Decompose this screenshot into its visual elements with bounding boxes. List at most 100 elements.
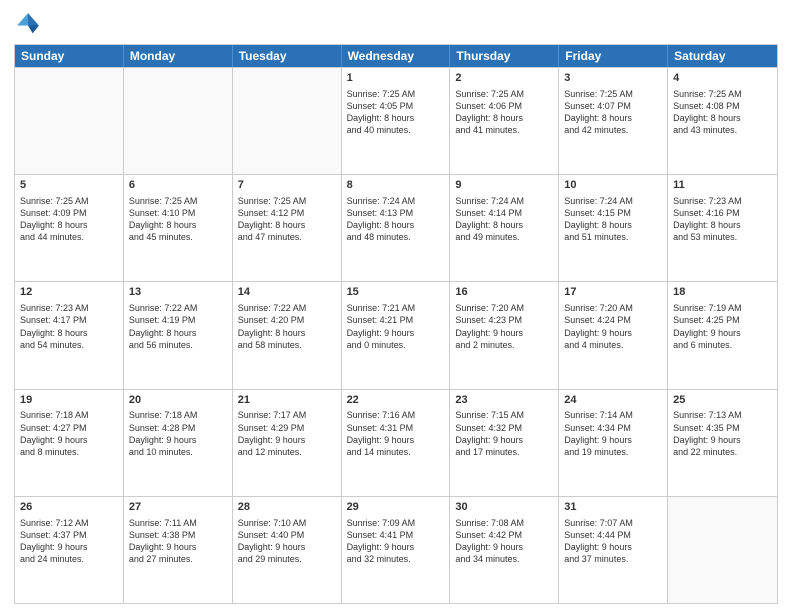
cell-info-text: Sunrise: 7:25 AM Sunset: 4:07 PM Dayligh… bbox=[564, 88, 662, 137]
weekday-header-monday: Monday bbox=[124, 45, 233, 67]
cell-info-text: Sunrise: 7:19 AM Sunset: 4:25 PM Dayligh… bbox=[673, 302, 772, 351]
cell-date-number: 18 bbox=[673, 285, 772, 300]
calendar-cell-28: 28 Sunrise: 7:10 AM Sunset: 4:40 PM Dayli… bbox=[233, 497, 342, 603]
cell-info-text: Sunrise: 7:25 AM Sunset: 4:05 PM Dayligh… bbox=[347, 88, 445, 137]
weekday-header-thursday: Thursday bbox=[450, 45, 559, 67]
calendar-cell-23: 23Sunrise: 7:15 AM Sunset: 4:32 PM Dayli… bbox=[450, 390, 559, 496]
calendar-row-2: 12 Sunrise: 7:23 AM Sunset: 4:17 PM Dayli… bbox=[15, 281, 777, 388]
cell-date-number: 11 bbox=[673, 178, 772, 193]
cell-date-number: 6 bbox=[129, 178, 227, 193]
cell-date-number: 29 bbox=[347, 500, 445, 515]
cell-info-text: Sunrise: 7:13 AM Sunset: 4:35 PM Dayligh… bbox=[673, 409, 772, 458]
calendar-cell-9: 9 Sunrise: 7:24 AM Sunset: 4:14 PM Daylig… bbox=[450, 175, 559, 281]
cell-info-text: Sunrise: 7:22 AM Sunset: 4:20 PM Dayligh… bbox=[238, 302, 336, 351]
cell-info-text: Sunrise: 7:10 AM Sunset: 4:40 PM Dayligh… bbox=[238, 517, 336, 566]
cell-info-text: Sunrise: 7:15 AM Sunset: 4:32 PM Dayligh… bbox=[455, 409, 553, 458]
cell-info-text: Sunrise: 7:24 AM Sunset: 4:15 PM Dayligh… bbox=[564, 195, 662, 244]
page: SundayMondayTuesdayWednesdayThursdayFrid… bbox=[0, 0, 792, 612]
calendar-cell-11: 11 Sunrise: 7:23 AM Sunset: 4:16 PM Dayli… bbox=[668, 175, 777, 281]
cell-info-text: Sunrise: 7:18 AM Sunset: 4:28 PM Dayligh… bbox=[129, 409, 227, 458]
calendar-row-1: 5 Sunrise: 7:25 AM Sunset: 4:09 PM Daylig… bbox=[15, 174, 777, 281]
calendar-cell-empty-0-2 bbox=[233, 68, 342, 174]
calendar-cell-22: 22Sunrise: 7:16 AM Sunset: 4:31 PM Dayli… bbox=[342, 390, 451, 496]
calendar-cell-14: 14Sunrise: 7:22 AM Sunset: 4:20 PM Dayli… bbox=[233, 282, 342, 388]
calendar-cell-empty-4-6 bbox=[668, 497, 777, 603]
cell-date-number: 27 bbox=[129, 500, 227, 515]
logo bbox=[14, 10, 46, 38]
calendar-cell-7: 7Sunrise: 7:25 AM Sunset: 4:12 PM Daylig… bbox=[233, 175, 342, 281]
calendar-row-3: 19Sunrise: 7:18 AM Sunset: 4:27 PM Dayli… bbox=[15, 389, 777, 496]
cell-info-text: Sunrise: 7:20 AM Sunset: 4:23 PM Dayligh… bbox=[455, 302, 553, 351]
cell-info-text: Sunrise: 7:14 AM Sunset: 4:34 PM Dayligh… bbox=[564, 409, 662, 458]
calendar-row-0: 1Sunrise: 7:25 AM Sunset: 4:05 PM Daylig… bbox=[15, 67, 777, 174]
calendar-cell-empty-0-0 bbox=[15, 68, 124, 174]
cell-info-text: Sunrise: 7:25 AM Sunset: 4:08 PM Dayligh… bbox=[673, 88, 772, 137]
calendar-cell-4: 4 Sunrise: 7:25 AM Sunset: 4:08 PM Daylig… bbox=[668, 68, 777, 174]
cell-info-text: Sunrise: 7:23 AM Sunset: 4:17 PM Dayligh… bbox=[20, 302, 118, 351]
cell-date-number: 5 bbox=[20, 178, 118, 193]
cell-date-number: 13 bbox=[129, 285, 227, 300]
cell-date-number: 12 bbox=[20, 285, 118, 300]
cell-info-text: Sunrise: 7:24 AM Sunset: 4:14 PM Dayligh… bbox=[455, 195, 553, 244]
calendar-header: SundayMondayTuesdayWednesdayThursdayFrid… bbox=[15, 45, 777, 67]
cell-info-text: Sunrise: 7:09 AM Sunset: 4:41 PM Dayligh… bbox=[347, 517, 445, 566]
cell-date-number: 28 bbox=[238, 500, 336, 515]
calendar-cell-1: 1Sunrise: 7:25 AM Sunset: 4:05 PM Daylig… bbox=[342, 68, 451, 174]
cell-date-number: 26 bbox=[20, 500, 118, 515]
weekday-header-sunday: Sunday bbox=[15, 45, 124, 67]
cell-info-text: Sunrise: 7:16 AM Sunset: 4:31 PM Dayligh… bbox=[347, 409, 445, 458]
calendar-cell-10: 10 Sunrise: 7:24 AM Sunset: 4:15 PM Dayli… bbox=[559, 175, 668, 281]
calendar: SundayMondayTuesdayWednesdayThursdayFrid… bbox=[14, 44, 778, 604]
weekday-header-saturday: Saturday bbox=[668, 45, 777, 67]
cell-info-text: Sunrise: 7:08 AM Sunset: 4:42 PM Dayligh… bbox=[455, 517, 553, 566]
cell-info-text: Sunrise: 7:11 AM Sunset: 4:38 PM Dayligh… bbox=[129, 517, 227, 566]
calendar-cell-6: 6 Sunrise: 7:25 AM Sunset: 4:10 PM Daylig… bbox=[124, 175, 233, 281]
cell-date-number: 23 bbox=[455, 393, 553, 408]
cell-date-number: 24 bbox=[564, 393, 662, 408]
cell-date-number: 7 bbox=[238, 178, 336, 193]
cell-info-text: Sunrise: 7:12 AM Sunset: 4:37 PM Dayligh… bbox=[20, 517, 118, 566]
calendar-cell-31: 31 Sunrise: 7:07 AM Sunset: 4:44 PM Dayli… bbox=[559, 497, 668, 603]
calendar-cell-3: 3Sunrise: 7:25 AM Sunset: 4:07 PM Daylig… bbox=[559, 68, 668, 174]
cell-info-text: Sunrise: 7:18 AM Sunset: 4:27 PM Dayligh… bbox=[20, 409, 118, 458]
cell-info-text: Sunrise: 7:07 AM Sunset: 4:44 PM Dayligh… bbox=[564, 517, 662, 566]
cell-info-text: Sunrise: 7:25 AM Sunset: 4:10 PM Dayligh… bbox=[129, 195, 227, 244]
cell-info-text: Sunrise: 7:22 AM Sunset: 4:19 PM Dayligh… bbox=[129, 302, 227, 351]
weekday-header-wednesday: Wednesday bbox=[342, 45, 451, 67]
cell-info-text: Sunrise: 7:17 AM Sunset: 4:29 PM Dayligh… bbox=[238, 409, 336, 458]
calendar-cell-13: 13 Sunrise: 7:22 AM Sunset: 4:19 PM Dayli… bbox=[124, 282, 233, 388]
calendar-cell-24: 24Sunrise: 7:14 AM Sunset: 4:34 PM Dayli… bbox=[559, 390, 668, 496]
cell-info-text: Sunrise: 7:21 AM Sunset: 4:21 PM Dayligh… bbox=[347, 302, 445, 351]
cell-date-number: 8 bbox=[347, 178, 445, 193]
cell-date-number: 31 bbox=[564, 500, 662, 515]
calendar-cell-19: 19Sunrise: 7:18 AM Sunset: 4:27 PM Dayli… bbox=[15, 390, 124, 496]
cell-info-text: Sunrise: 7:23 AM Sunset: 4:16 PM Dayligh… bbox=[673, 195, 772, 244]
calendar-cell-17: 17Sunrise: 7:20 AM Sunset: 4:24 PM Dayli… bbox=[559, 282, 668, 388]
calendar-cell-21: 21Sunrise: 7:17 AM Sunset: 4:29 PM Dayli… bbox=[233, 390, 342, 496]
cell-date-number: 20 bbox=[129, 393, 227, 408]
calendar-cell-20: 20Sunrise: 7:18 AM Sunset: 4:28 PM Dayli… bbox=[124, 390, 233, 496]
cell-date-number: 4 bbox=[673, 71, 772, 86]
calendar-cell-29: 29 Sunrise: 7:09 AM Sunset: 4:41 PM Dayli… bbox=[342, 497, 451, 603]
calendar-body: 1Sunrise: 7:25 AM Sunset: 4:05 PM Daylig… bbox=[15, 67, 777, 603]
calendar-cell-12: 12 Sunrise: 7:23 AM Sunset: 4:17 PM Dayli… bbox=[15, 282, 124, 388]
calendar-cell-16: 16Sunrise: 7:20 AM Sunset: 4:23 PM Dayli… bbox=[450, 282, 559, 388]
cell-date-number: 10 bbox=[564, 178, 662, 193]
cell-date-number: 9 bbox=[455, 178, 553, 193]
calendar-cell-26: 26 Sunrise: 7:12 AM Sunset: 4:37 PM Dayli… bbox=[15, 497, 124, 603]
calendar-cell-empty-0-1 bbox=[124, 68, 233, 174]
cell-info-text: Sunrise: 7:20 AM Sunset: 4:24 PM Dayligh… bbox=[564, 302, 662, 351]
calendar-cell-8: 8 Sunrise: 7:24 AM Sunset: 4:13 PM Daylig… bbox=[342, 175, 451, 281]
calendar-cell-5: 5 Sunrise: 7:25 AM Sunset: 4:09 PM Daylig… bbox=[15, 175, 124, 281]
calendar-row-4: 26 Sunrise: 7:12 AM Sunset: 4:37 PM Dayli… bbox=[15, 496, 777, 603]
calendar-cell-18: 18 Sunrise: 7:19 AM Sunset: 4:25 PM Dayli… bbox=[668, 282, 777, 388]
weekday-header-friday: Friday bbox=[559, 45, 668, 67]
calendar-cell-25: 25Sunrise: 7:13 AM Sunset: 4:35 PM Dayli… bbox=[668, 390, 777, 496]
cell-info-text: Sunrise: 7:24 AM Sunset: 4:13 PM Dayligh… bbox=[347, 195, 445, 244]
cell-date-number: 19 bbox=[20, 393, 118, 408]
logo-icon bbox=[14, 10, 42, 38]
calendar-cell-2: 2Sunrise: 7:25 AM Sunset: 4:06 PM Daylig… bbox=[450, 68, 559, 174]
cell-date-number: 15 bbox=[347, 285, 445, 300]
cell-info-text: Sunrise: 7:25 AM Sunset: 4:09 PM Dayligh… bbox=[20, 195, 118, 244]
weekday-header-tuesday: Tuesday bbox=[233, 45, 342, 67]
